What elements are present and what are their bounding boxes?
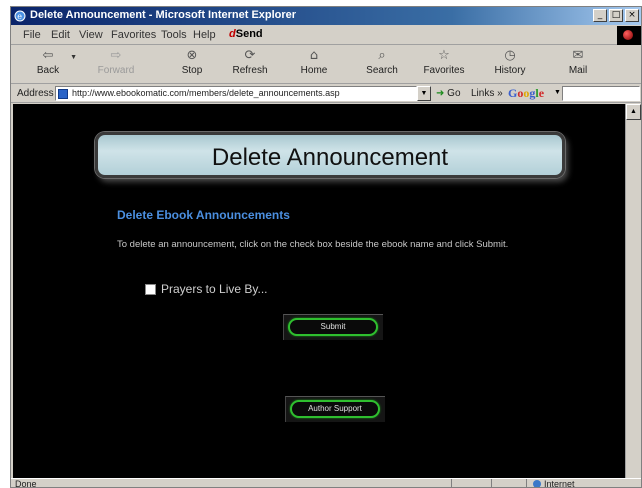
- address-bar: Address http://www.ebookomatic.com/membe…: [11, 85, 641, 103]
- menu-bar: File Edit View Favorites Tools Help dSen…: [11, 26, 641, 45]
- google-search-input[interactable]: [562, 86, 640, 101]
- back-arrow-icon: ⇦: [42, 48, 54, 63]
- minimize-button[interactable]: _: [593, 9, 607, 22]
- refresh-label: Refresh: [232, 65, 268, 76]
- back-button[interactable]: ⇦ Back ▼: [25, 48, 77, 76]
- search-button[interactable]: ⌕ Search: [359, 48, 405, 76]
- go-arrow-icon: ➜: [436, 88, 445, 99]
- google-dropdown-icon[interactable]: ▼: [554, 89, 561, 96]
- svg-text:e: e: [17, 12, 22, 21]
- search-icon: ⌕: [378, 48, 386, 63]
- refresh-icon: ⟳: [244, 48, 256, 63]
- history-icon: ◷: [504, 48, 516, 63]
- section-heading: Delete Ebook Announcements: [117, 208, 290, 222]
- menu-help[interactable]: Help: [193, 29, 216, 41]
- internet-zone-icon: [533, 480, 541, 487]
- scroll-up-icon[interactable]: ▲: [626, 104, 641, 120]
- ebook-list-item: Prayers to Live By...: [145, 282, 267, 296]
- title-bar[interactable]: e Delete Announcement - Microsoft Intern…: [11, 7, 641, 25]
- stop-label: Stop: [181, 65, 203, 76]
- page-icon: [58, 89, 68, 99]
- home-icon: ⌂: [309, 48, 319, 63]
- forward-button[interactable]: ⇨ Forward: [93, 48, 139, 76]
- history-button[interactable]: ◷ History: [487, 48, 533, 76]
- links-button[interactable]: Links »: [471, 88, 503, 99]
- favorites-button[interactable]: ☆ Favorites: [421, 48, 467, 76]
- author-support-label: Author Support: [308, 404, 362, 413]
- stop-icon: ⊗: [186, 48, 198, 63]
- windows-logo-icon: [617, 26, 641, 45]
- status-divider: [451, 479, 452, 487]
- menu-favorites[interactable]: Favorites: [111, 29, 156, 41]
- instructions-text: To delete an announcement, click on the …: [117, 239, 509, 250]
- favorites-label: Favorites: [423, 65, 465, 76]
- close-button[interactable]: ×: [625, 9, 639, 22]
- search-label: Search: [366, 65, 398, 76]
- favorites-icon: ☆: [438, 48, 450, 63]
- ebook-checkbox[interactable]: [145, 283, 156, 295]
- send-logo-letter: d: [229, 28, 236, 40]
- home-label: Home: [300, 65, 328, 76]
- menu-tools[interactable]: Tools: [161, 29, 187, 41]
- mail-button[interactable]: ✉ Mail: [555, 48, 601, 76]
- banner-title: Delete Announcement: [211, 144, 449, 171]
- address-input[interactable]: http://www.ebookomatic.com/members/delet…: [55, 86, 417, 101]
- submit-button[interactable]: Submit: [288, 318, 378, 336]
- stop-button[interactable]: ⊗ Stop: [169, 48, 215, 76]
- vertical-scrollbar[interactable]: ▲: [625, 104, 641, 478]
- address-label: Address: [17, 88, 54, 99]
- go-button[interactable]: ➜ Go: [436, 88, 461, 99]
- send-button[interactable]: dSend: [229, 28, 263, 40]
- author-support-button-frame: Author Support: [285, 396, 385, 422]
- address-dropdown-icon[interactable]: ▼: [417, 86, 431, 101]
- back-dropdown-icon[interactable]: ▼: [70, 54, 77, 61]
- back-label: Back: [36, 65, 60, 76]
- address-url: http://www.ebookomatic.com/members/delet…: [72, 88, 340, 98]
- status-divider: [491, 479, 492, 487]
- browser-window: e Delete Announcement - Microsoft Intern…: [10, 6, 642, 488]
- mail-icon: ✉: [572, 48, 584, 63]
- internet-explorer-icon: e: [14, 10, 26, 22]
- forward-label: Forward: [97, 65, 135, 76]
- page-banner: Delete Announcement: [95, 132, 565, 178]
- maximize-button[interactable]: □: [609, 9, 623, 22]
- toolbar: ⇦ Back ▼ ⇨ Forward ⊗ Stop ⟳ Refresh ⌂ Ho…: [11, 46, 641, 84]
- zone-label: Internet: [544, 479, 575, 488]
- menu-view[interactable]: View: [79, 29, 103, 41]
- google-toolbar-logo[interactable]: Google: [508, 86, 544, 101]
- author-support-button[interactable]: Author Support: [290, 400, 380, 418]
- menu-file[interactable]: File: [23, 29, 41, 41]
- security-zone: Internet: [533, 479, 575, 488]
- refresh-button[interactable]: ⟳ Refresh: [227, 48, 273, 76]
- send-label: Send: [235, 28, 263, 40]
- mail-label: Mail: [568, 65, 588, 76]
- status-bar: Done Internet: [11, 478, 641, 488]
- ebook-name: Prayers to Live By...: [161, 282, 268, 296]
- status-text: Done: [15, 479, 37, 488]
- submit-label: Submit: [320, 322, 346, 331]
- page-content: Delete Announcement Delete Ebook Announc…: [13, 104, 625, 478]
- go-label: Go: [447, 88, 461, 99]
- history-label: History: [494, 65, 526, 76]
- submit-button-frame: Submit: [283, 314, 383, 340]
- status-divider: [526, 479, 527, 487]
- menu-edit[interactable]: Edit: [51, 29, 70, 41]
- window-title: Delete Announcement - Microsoft Internet…: [30, 9, 297, 21]
- home-button[interactable]: ⌂ Home: [291, 48, 337, 76]
- forward-arrow-icon: ⇨: [110, 48, 122, 63]
